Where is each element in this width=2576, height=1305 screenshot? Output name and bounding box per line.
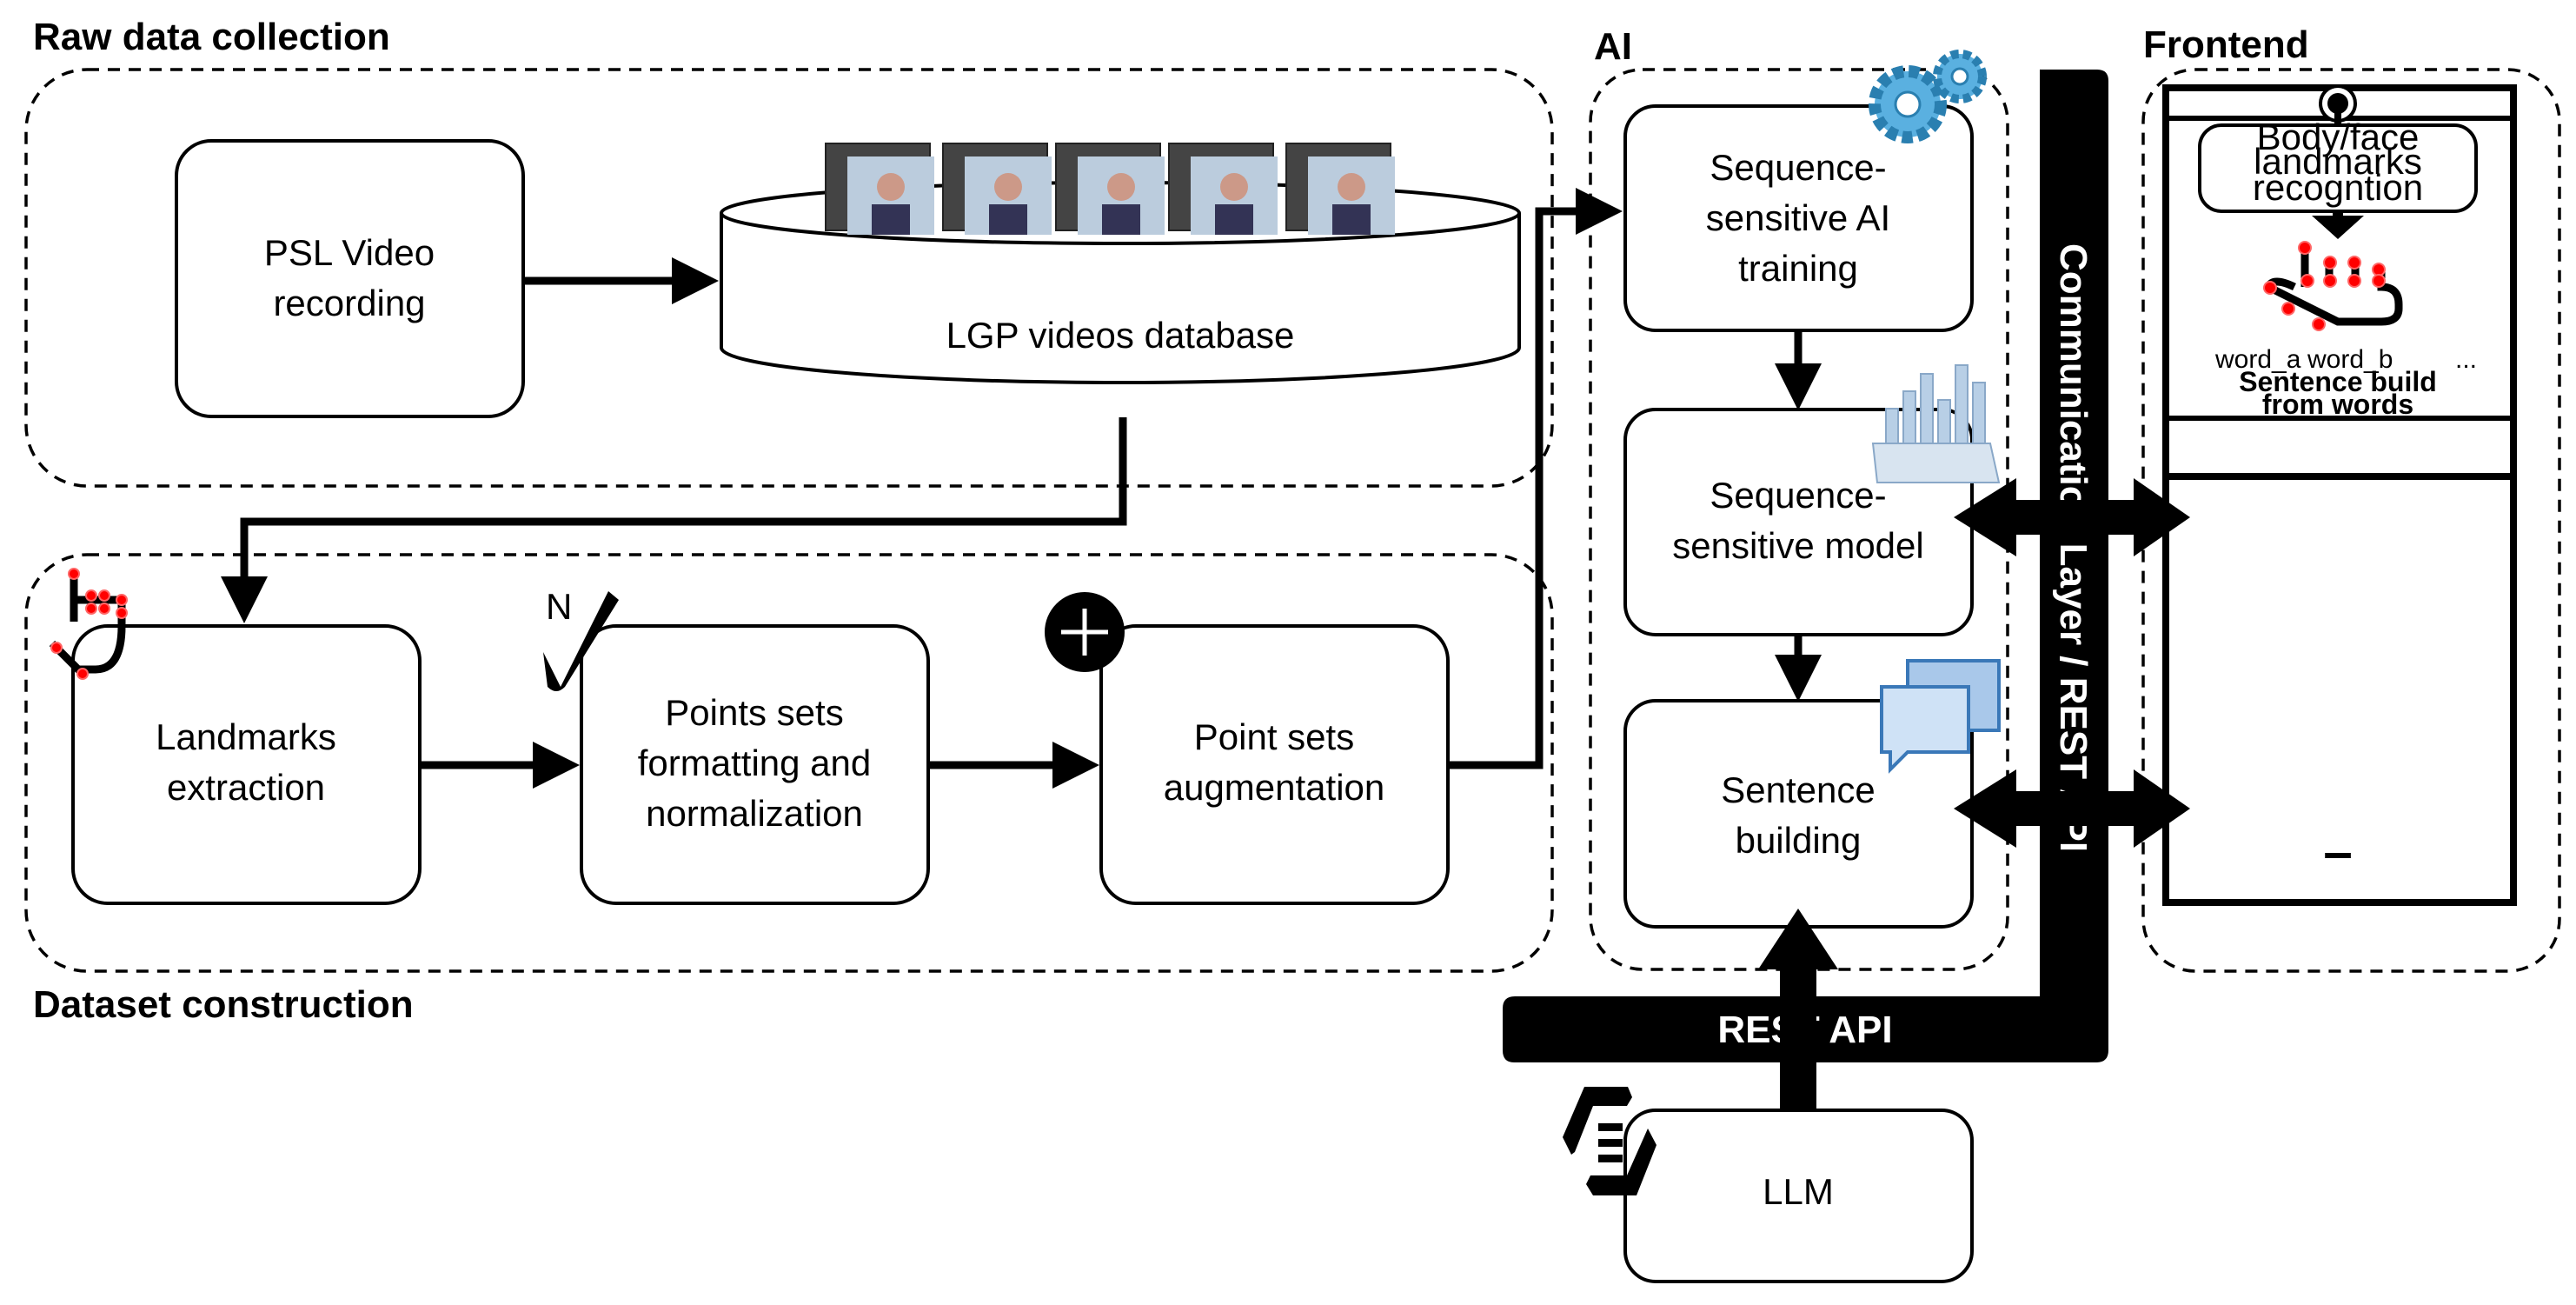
plus-icon (1045, 592, 1125, 672)
arrow-db-to-landmarks (221, 417, 1127, 623)
llm-logo-icon (1563, 1087, 1656, 1195)
db-label: LGP videos database (946, 315, 1295, 356)
group-label-ai: AI (1594, 25, 1632, 68)
chat-bubbles-icon (1880, 659, 2001, 774)
augmentation-node (1099, 624, 1450, 905)
recognition-label: Body/face landmarks recogntion (2253, 117, 2423, 208)
group-label-raw: Raw data collection (33, 16, 390, 58)
normalize-n-label: N (546, 586, 572, 627)
llm-label: LLM (1763, 1171, 1834, 1212)
word-ellipsis: ... (2455, 345, 2477, 374)
sentence-build-label: Sentence build from words (2239, 366, 2437, 420)
comm-layer-label: Communication Layer / REST API (2052, 243, 2095, 852)
group-label-frontend: Frontend (2143, 23, 2309, 66)
system-diagram: Raw data collection PSL Video recording L… (24, 16, 2561, 1283)
psl-video-recording-node (175, 139, 525, 418)
video-thumbnails-icon (825, 143, 1395, 235)
landmarks-extraction-node (71, 624, 422, 905)
formatting-label: Points sets formatting and normalization (638, 692, 872, 834)
frontend-bottom-bar: – (2323, 822, 2352, 881)
group-label-dataset: Dataset construction (33, 983, 414, 1026)
